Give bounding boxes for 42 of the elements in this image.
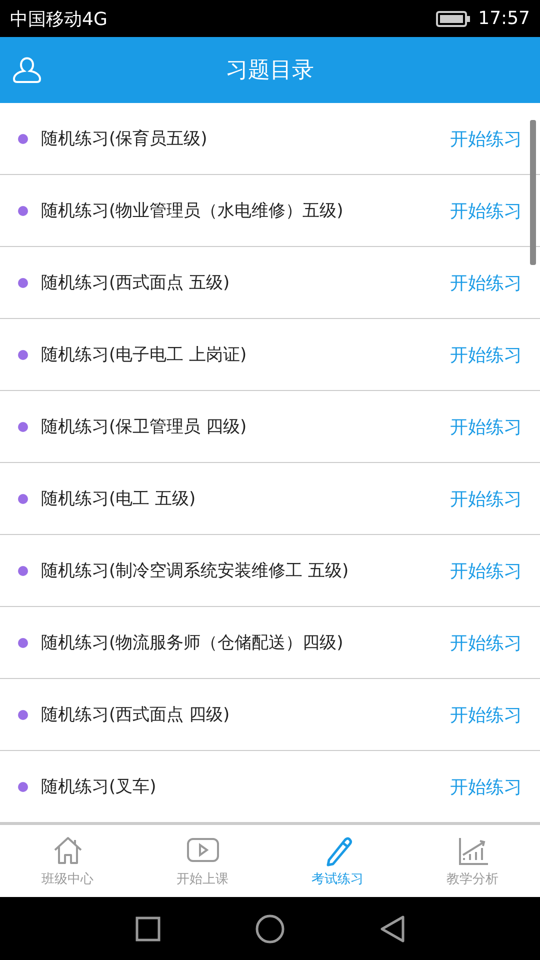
exercise-name: 随机练习(西式面点 四级) (41, 704, 231, 726)
exercise-name: 随机练习(保卫管理员 四级) (41, 416, 248, 438)
start-practice-link[interactable]: 开始练习 (450, 702, 522, 726)
bullet-icon (18, 422, 28, 432)
exercise-name: 随机练习(电子电工 上岗证) (41, 344, 248, 366)
bullet-icon (18, 278, 28, 288)
start-practice-link[interactable]: 开始练习 (450, 198, 522, 222)
start-practice-link[interactable]: 开始练习 (450, 342, 522, 366)
battery-icon (436, 10, 470, 26)
start-practice-link[interactable]: 开始练习 (450, 558, 522, 582)
exercise-name: 随机练习(保育员五级) (41, 128, 208, 150)
tab[interactable]: 教学分析 (405, 825, 540, 897)
bullet-icon (18, 134, 28, 144)
exercise-name: 随机练习(物业管理员（水电维修）五级) (41, 200, 344, 222)
bullet-icon (18, 494, 28, 504)
exercise-name: 随机练习(制冷空调系统安装维修工 五级) (41, 560, 350, 582)
tab[interactable]: 考试练习 (270, 825, 405, 897)
bullet-icon (18, 710, 28, 720)
start-practice-link[interactable]: 开始练习 (450, 774, 522, 798)
bullet-icon (18, 782, 28, 792)
bullet-icon (18, 566, 28, 576)
bullet-icon (18, 350, 28, 360)
bullet-icon (18, 638, 28, 648)
exercise-name: 随机练习(电工 五级) (41, 488, 197, 510)
carrier-name: 中国移动4G (10, 8, 108, 30)
tab[interactable]: 班级中心 (0, 825, 135, 897)
home-button[interactable] (255, 914, 285, 944)
back-button[interactable] (379, 914, 405, 942)
start-practice-link[interactable]: 开始练习 (450, 126, 522, 150)
exercise-name: 随机练习(西式面点 五级) (41, 272, 231, 294)
exercise-name: 随机练习(叉车) (41, 776, 158, 798)
start-practice-link[interactable]: 开始练习 (450, 270, 522, 294)
bullet-icon (18, 206, 28, 216)
page-title: 习题目录 (226, 57, 314, 85)
clock-time: 17:57 (478, 8, 530, 29)
tab[interactable]: 开始上课 (135, 825, 270, 897)
scrollbar[interactable] (530, 120, 536, 265)
recent-apps-button[interactable] (135, 916, 161, 942)
start-practice-link[interactable]: 开始练习 (450, 486, 522, 510)
start-practice-link[interactable]: 开始练习 (450, 414, 522, 438)
exercise-name: 随机练习(物流服务师（仓储配送）四级) (41, 632, 344, 654)
start-practice-link[interactable]: 开始练习 (450, 630, 522, 654)
